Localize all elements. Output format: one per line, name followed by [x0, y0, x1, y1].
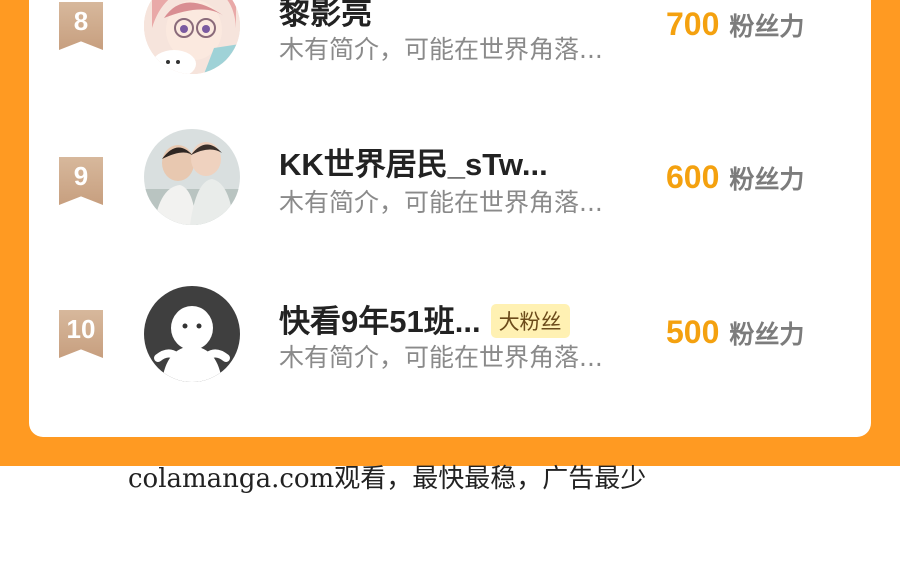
user-intro: 木有简介，可能在世界角落... — [279, 188, 603, 217]
score-unit: 粉丝力 — [729, 165, 805, 194]
big-fan-badge: 大粉丝 — [490, 303, 570, 338]
rank-badge: 8 — [59, 2, 103, 50]
user-name-text: 黎影亮 — [279, 0, 372, 31]
score-unit: 粉丝力 — [729, 12, 805, 41]
rank-number: 9 — [73, 161, 89, 191]
ranking-row[interactable]: 8 黎影亮 木有简介，可能在世界角落... 700 粉丝力 — [29, 0, 871, 90]
fan-power-score: 700 粉丝力 — [666, 6, 804, 43]
anime-avatar-icon — [144, 0, 240, 74]
ranking-row[interactable]: 10 快看9年51班... 大粉丝 木有简介，可能在世界角落... 500 粉丝力 — [29, 278, 871, 398]
footer-watermark-text: colamanga.com观看，最快最稳，广告最少 — [128, 464, 647, 494]
ranking-frame: 8 黎影亮 木有简介，可能在世界角落... 700 粉丝力 9 KK世界居民_s… — [0, 0, 900, 466]
user-intro: 木有简介，可能在世界角落... — [279, 35, 603, 64]
rank-number: 8 — [73, 6, 89, 36]
user-name[interactable]: 黎影亮 — [279, 0, 372, 33]
user-avatar[interactable] — [144, 286, 240, 382]
score-unit: 粉丝力 — [729, 320, 805, 349]
user-avatar[interactable] — [144, 0, 240, 74]
user-name-text: 快看9年51班... — [279, 304, 481, 339]
rank-badge: 9 — [59, 157, 103, 205]
ranking-row[interactable]: 9 KK世界居民_sTw... 木有简介，可能在世界角落... 600 粉丝力 — [29, 125, 871, 245]
user-name[interactable]: KK世界居民_sTw... — [279, 139, 548, 184]
user-avatar[interactable] — [144, 129, 240, 225]
photo-avatar-icon — [144, 129, 240, 225]
user-name[interactable]: 快看9年51班... 大粉丝 — [279, 296, 570, 341]
user-name-text: KK世界居民_sTw... — [279, 147, 548, 182]
fan-power-score: 500 粉丝力 — [666, 314, 804, 351]
score-value: 700 — [666, 6, 720, 42]
default-avatar-icon — [144, 286, 240, 382]
fan-power-score: 600 粉丝力 — [666, 159, 804, 196]
ranking-card: 8 黎影亮 木有简介，可能在世界角落... 700 粉丝力 9 KK世界居民_s… — [29, 0, 871, 437]
user-intro: 木有简介，可能在世界角落... — [279, 343, 603, 372]
rank-badge: 10 — [59, 310, 103, 358]
score-value: 600 — [666, 159, 720, 195]
rank-number: 10 — [66, 314, 96, 344]
score-value: 500 — [666, 314, 720, 350]
